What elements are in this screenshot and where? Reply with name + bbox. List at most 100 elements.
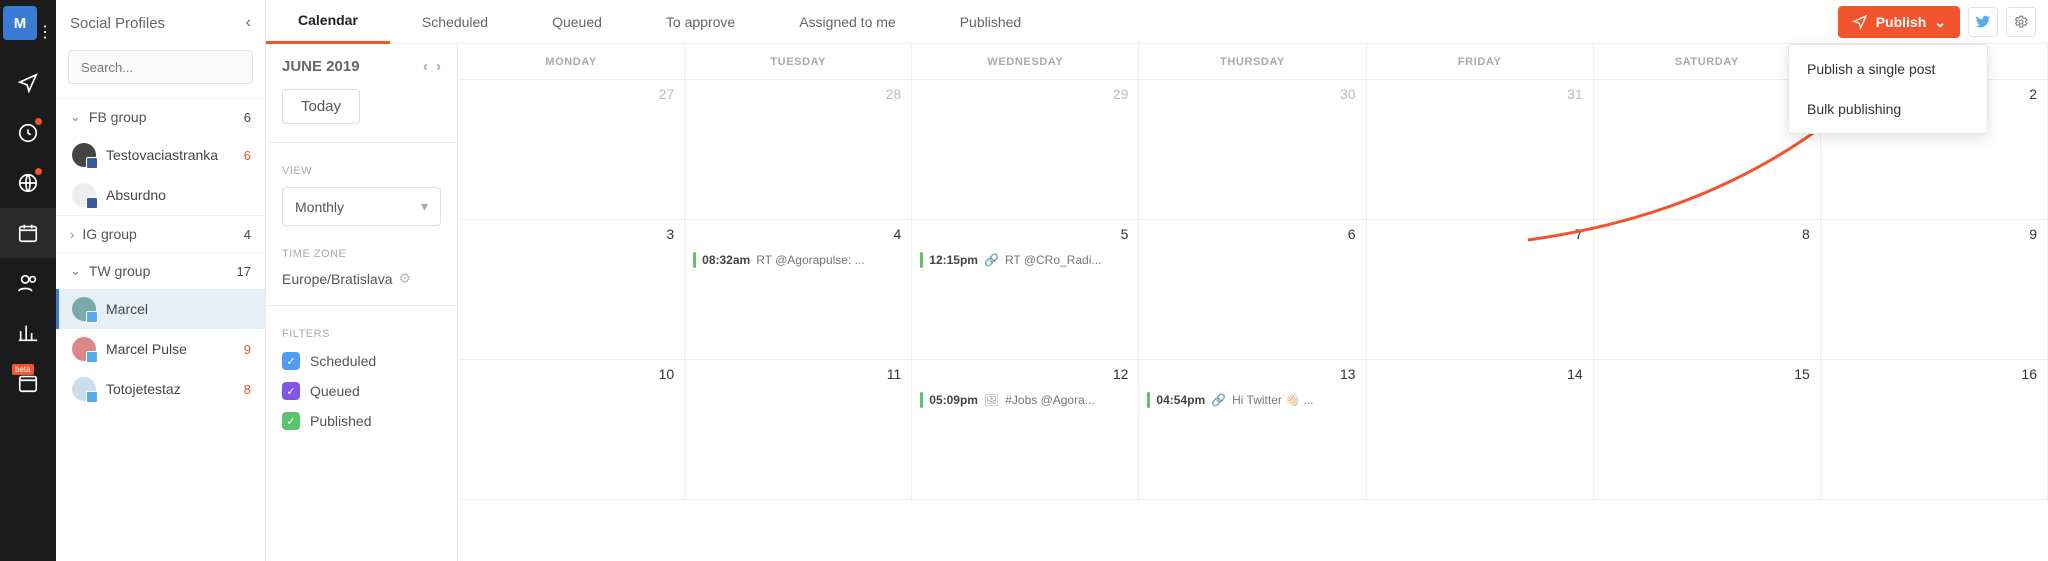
tab-scheduled[interactable]: Scheduled: [390, 0, 520, 44]
avatar: [72, 183, 96, 207]
group-ig[interactable]: › IG group 4: [70, 226, 251, 242]
calendar-cell[interactable]: 29: [912, 80, 1139, 220]
profile-item-absurdno[interactable]: Absurdno: [56, 175, 265, 215]
calendar-cell[interactable]: 31: [1367, 80, 1594, 220]
avatar: [72, 337, 96, 361]
day-number: 12: [1113, 366, 1129, 382]
bar-chart-icon: [17, 322, 39, 344]
calendar-cell[interactable]: 1: [1594, 80, 1821, 220]
rail-listening[interactable]: [0, 158, 56, 208]
profile-item-marcel-pulse[interactable]: Marcel Pulse 9: [56, 329, 265, 369]
today-button[interactable]: Today: [282, 89, 360, 124]
beta-badge: beta: [12, 364, 34, 375]
view-select[interactable]: Monthly ▾: [282, 187, 441, 226]
calendar-controls: JUNE 2019 ‹ › Today VIEW Monthly ▾ TIME …: [266, 44, 458, 561]
avatar: [72, 143, 96, 167]
gear-icon[interactable]: ⚙: [399, 270, 412, 287]
profile-name: Marcel Pulse: [106, 341, 187, 357]
avatar: [72, 297, 96, 321]
rail-reports[interactable]: [0, 308, 56, 358]
calendar-cell[interactable]: 1304:54pm🔗Hi Twitter 👋🏻 ...: [1139, 360, 1366, 500]
calendar-cell[interactable]: 12 05:09pm🖼#Jobs @Agora...: [912, 360, 1139, 500]
filter-scheduled[interactable]: ✓Scheduled: [282, 352, 441, 370]
prev-month-button[interactable]: ‹: [423, 58, 428, 75]
filter-published[interactable]: ✓Published: [282, 412, 441, 430]
calendar-cell[interactable]: 6: [1139, 220, 1366, 360]
calendar-cell[interactable]: 30: [1139, 80, 1366, 220]
chevron-down-icon: ⌄: [1934, 14, 1946, 31]
tab-to-approve[interactable]: To approve: [634, 0, 767, 44]
event-time: 08:32am: [702, 253, 750, 267]
day-number: 28: [886, 86, 902, 102]
calendar-event[interactable]: 04:54pm🔗Hi Twitter 👋🏻 ...: [1147, 392, 1357, 408]
link-icon: 🔗: [984, 253, 999, 267]
calendar-cell[interactable]: 8: [1594, 220, 1821, 360]
group-tw[interactable]: ⌄ TW group 17: [70, 263, 251, 279]
twitter-account-button[interactable]: [1968, 7, 1998, 37]
calendar-cell[interactable]: 16: [1821, 360, 2048, 500]
notification-dot-icon: [35, 168, 42, 175]
collapse-sidebar-button[interactable]: ‹: [246, 14, 251, 32]
rail-dashboard[interactable]: [0, 108, 56, 158]
day-number: 31: [1567, 86, 1583, 102]
kebab-icon: ⋮: [37, 22, 53, 42]
day-header: TUESDAY: [685, 44, 912, 80]
calendar-cell[interactable]: 10: [458, 360, 685, 500]
tabs: Calendar Scheduled Queued To approve Ass…: [266, 0, 2048, 44]
event-bar-icon: [920, 252, 923, 268]
publish-button[interactable]: Publish ⌄: [1838, 6, 1960, 38]
calendar-cell[interactable]: 11: [685, 360, 912, 500]
current-month: JUNE 2019: [282, 58, 360, 75]
filter-label: Published: [310, 413, 372, 429]
calendar-icon: [17, 372, 39, 394]
calendar-cell[interactable]: 14: [1367, 360, 1594, 500]
settings-button[interactable]: [2006, 7, 2036, 37]
calendar-cell[interactable]: 15: [1594, 360, 1821, 500]
calendar-cell[interactable]: 3: [458, 220, 685, 360]
day-number: 15: [1794, 366, 1810, 382]
rail-calendar[interactable]: [0, 208, 56, 258]
twitter-badge-icon: [86, 391, 98, 403]
calendar-cell[interactable]: 27: [458, 80, 685, 220]
profile-item-totojetestaz[interactable]: Totojetestaz 8: [56, 369, 265, 409]
workspace-switcher[interactable]: M ⋮: [3, 6, 53, 58]
day-number: 16: [2021, 366, 2037, 382]
day-number: 3: [666, 226, 674, 242]
tab-assigned[interactable]: Assigned to me: [767, 0, 928, 44]
filter-queued[interactable]: ✓Queued: [282, 382, 441, 400]
next-month-button[interactable]: ›: [436, 58, 441, 75]
group-label: TW group: [89, 263, 150, 279]
calendar-event[interactable]: 05:09pm🖼#Jobs @Agora...: [920, 392, 1130, 408]
profile-item-testovaciastranka[interactable]: Testovaciastranka 6: [56, 135, 265, 175]
tab-published[interactable]: Published: [928, 0, 1054, 44]
tab-queued[interactable]: Queued: [520, 0, 634, 44]
view-value: Monthly: [295, 199, 344, 215]
calendar-cell[interactable]: 7: [1367, 220, 1594, 360]
rail-users[interactable]: [0, 258, 56, 308]
calendar-cell[interactable]: 408:32amRT @Agorapulse: ...: [685, 220, 912, 360]
day-number: 8: [1802, 226, 1810, 242]
link-icon: 🔗: [1211, 393, 1226, 407]
profile-count: 8: [244, 382, 251, 397]
event-bar-icon: [693, 252, 696, 268]
calendar-cell[interactable]: 512:15pm🔗RT @CRo_Radi...: [912, 220, 1139, 360]
profile-item-marcel[interactable]: Marcel: [56, 289, 265, 329]
calendar-cell[interactable]: 28: [685, 80, 912, 220]
tab-calendar[interactable]: Calendar: [266, 0, 390, 44]
calendar-event[interactable]: 08:32amRT @Agorapulse: ...: [693, 252, 903, 268]
checkbox-icon: ✓: [282, 352, 300, 370]
dd-bulk-publish[interactable]: Bulk publishing: [1789, 89, 1987, 129]
day-number: 11: [887, 366, 902, 382]
day-header: FRIDAY: [1367, 44, 1594, 80]
calendar-cell[interactable]: 9: [1821, 220, 2048, 360]
group-fb[interactable]: ⌄ FB group 6: [70, 109, 251, 125]
search-input[interactable]: [68, 50, 253, 84]
event-time: 12:15pm: [929, 253, 978, 267]
calendar-event[interactable]: 12:15pm🔗RT @CRo_Radi...: [920, 252, 1130, 268]
paper-plane-icon: [1852, 14, 1868, 30]
rail-beta[interactable]: beta: [0, 358, 56, 408]
day-number: 9: [2029, 226, 2037, 242]
gear-icon: [2013, 14, 2029, 30]
dd-publish-single[interactable]: Publish a single post: [1789, 49, 1987, 89]
rail-inbox[interactable]: [0, 58, 56, 108]
